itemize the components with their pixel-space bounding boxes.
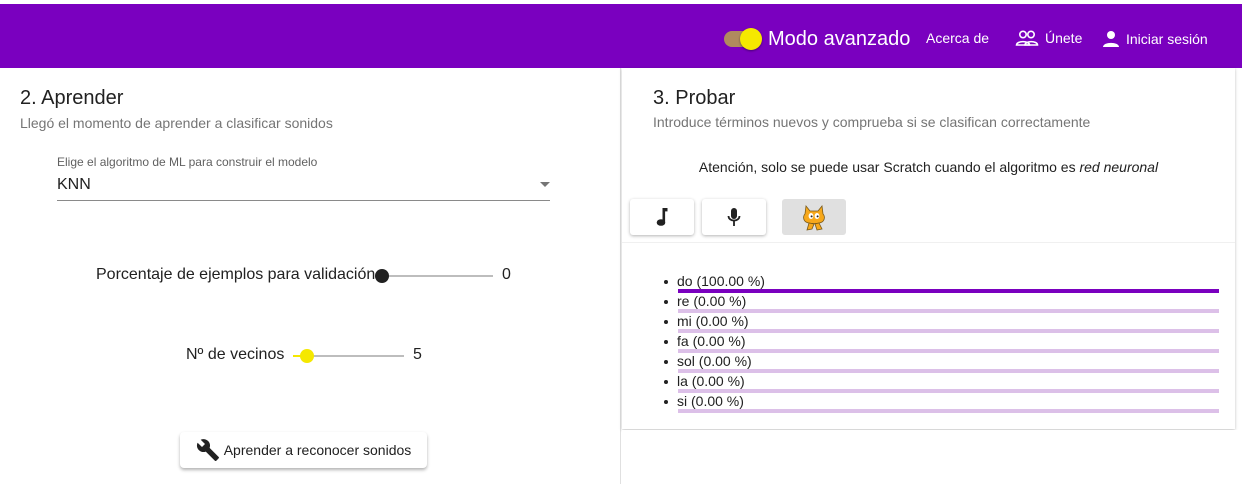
validation-slider-thumb[interactable] [375,269,389,283]
bullet-icon [664,340,668,344]
test-subtitle: Introduce términos nuevos y comprueba si… [653,114,1091,130]
result-label: sol (0.00 %) [677,353,752,369]
test-panel-below [622,430,1242,484]
algorithm-select-label: Elige el algoritmo de ML para construir … [57,155,318,169]
result-label: fa (0.00 %) [677,333,746,349]
learn-subtitle: Llegó el momento de aprender a clasifica… [20,115,333,131]
about-button[interactable]: Acerca de [926,30,989,46]
test-title: 3. Probar [653,87,736,109]
result-label: la (0.00 %) [677,373,745,389]
result-label: si (0.00 %) [677,393,744,409]
bullet-icon [664,360,668,364]
wrench-icon [196,439,219,461]
validation-slider-value: 0 [502,266,511,283]
algorithm-select[interactable]: KNN [57,172,550,201]
login-label: Iniciar sesión [1126,31,1208,47]
bullet-icon [664,280,668,284]
confidence-bar [678,309,1219,313]
group-icon [1015,30,1039,46]
panel-divider [620,68,621,484]
join-label: Únete [1045,30,1083,46]
neighbors-slider-thumb[interactable] [300,349,314,363]
confidence-bar [678,349,1219,353]
confidence-bar [678,329,1219,333]
confidence-bar [678,389,1219,393]
advanced-mode-toggle[interactable] [724,28,762,50]
train-model-label: Aprender a reconocer sonidos [223,442,412,458]
learn-panel: 2. Aprender Llegó el momento de aprender… [0,68,620,484]
algorithm-select-value: KNN [57,176,91,193]
microphone-icon [727,208,741,226]
train-model-button[interactable]: Aprender a reconocer sonidos [180,432,427,468]
toggle-knob[interactable] [740,28,762,50]
neighbors-slider-rail[interactable] [308,355,404,357]
bullet-icon [664,300,668,304]
confidence-bar-fill [678,289,1219,293]
neighbors-slider-value: 5 [413,346,422,363]
scratch-notice-text: Atención, solo se puede usar Scratch cua… [698,159,1080,175]
validation-slider-label: Porcentaje de ejemplos para validación [96,266,376,283]
tab-scratch[interactable] [782,199,846,235]
scratch-notice-emphasis: red neuronal [1079,159,1159,175]
result-label: mi (0.00 %) [677,313,749,329]
bullet-icon [664,320,668,324]
scratch-cat-icon [803,205,825,231]
test-panel: 3. Probar Introduce términos nuevos y co… [622,68,1235,429]
result-label: re (0.00 %) [677,293,747,309]
person-icon [1103,31,1119,47]
music-note-icon [656,208,668,226]
results-separator [622,242,1235,243]
login-button[interactable]: Iniciar sesión [1102,30,1208,48]
tab-microphone[interactable] [702,199,766,235]
confidence-bar [678,409,1219,413]
advanced-mode-label: Modo avanzado [768,28,911,50]
scratch-notice: Atención, solo se puede usar Scratch cua… [622,159,1235,175]
learn-title: 2. Aprender [20,87,124,109]
join-button[interactable]: Únete [1015,30,1082,46]
result-label: do (100.00 %) [677,273,765,289]
bullet-icon [664,400,668,404]
about-label: Acerca de [926,30,990,46]
validation-slider-track[interactable] [382,275,493,277]
neighbors-slider-label: Nº de vecinos [186,346,285,363]
dropdown-arrow-icon [540,182,550,187]
app-header: Modo avanzado Acerca de Únete Iniciar se… [0,4,1242,68]
confidence-bar [678,369,1219,373]
confidence-bar [678,289,1219,293]
bullet-icon [664,380,668,384]
tab-sound-file[interactable] [630,199,694,235]
